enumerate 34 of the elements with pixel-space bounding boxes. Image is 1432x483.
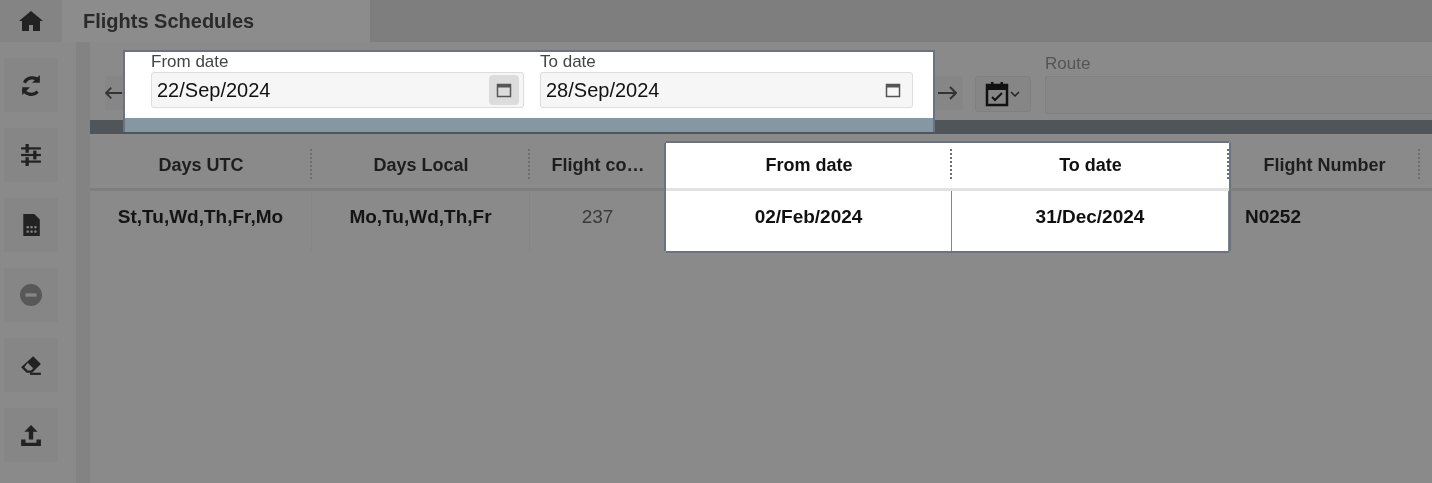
column-header[interactable]: Days UTC [90,143,312,191]
column-header[interactable]: To date [952,143,1229,191]
table-cell-text: N0252 [1244,205,1302,229]
eraser-icon [20,354,42,376]
arrow-right-icon [937,86,957,100]
sidebar-button[interactable] [4,198,58,252]
sidebar-button[interactable] [4,58,58,112]
table-cell: Mo,Tu,Wd,Th,Fr [312,191,530,251]
upload-icon [20,424,42,446]
field-label: From date [151,52,230,72]
column-header[interactable]: From date [666,143,952,191]
field-label: To date [540,52,597,72]
calendar-check-icon [985,81,1021,107]
column-header[interactable]: Flight Number [1229,143,1420,191]
arrow-left-icon [105,86,123,100]
sidebar-button[interactable] [4,408,58,462]
sidebar-button[interactable] [4,338,58,392]
table-cell: 02/Feb/2024 [666,191,952,251]
calendar-icon [885,82,901,98]
calendar-button[interactable] [489,75,519,105]
page-title-tab[interactable]: Flights Schedules [62,0,370,42]
sliders-icon [20,144,42,166]
calendar-icon [496,82,512,98]
table-cell: 31/Dec/2024 [952,191,1229,251]
column-header[interactable]: Days Local [312,143,530,191]
refresh-icon [20,74,42,96]
calendar-dropdown[interactable] [975,76,1031,112]
table-cell: St,Tu,Wd,Th,Fr,Mo [90,191,312,251]
sidebar-button[interactable] [4,128,58,182]
home-icon[interactable] [19,11,43,31]
spreadsheet-icon [20,214,42,236]
minus-icon [20,284,42,306]
date-field[interactable]: 28/Sep/2024 [540,72,913,108]
date-field[interactable]: 22/Sep/2024 [151,72,524,108]
